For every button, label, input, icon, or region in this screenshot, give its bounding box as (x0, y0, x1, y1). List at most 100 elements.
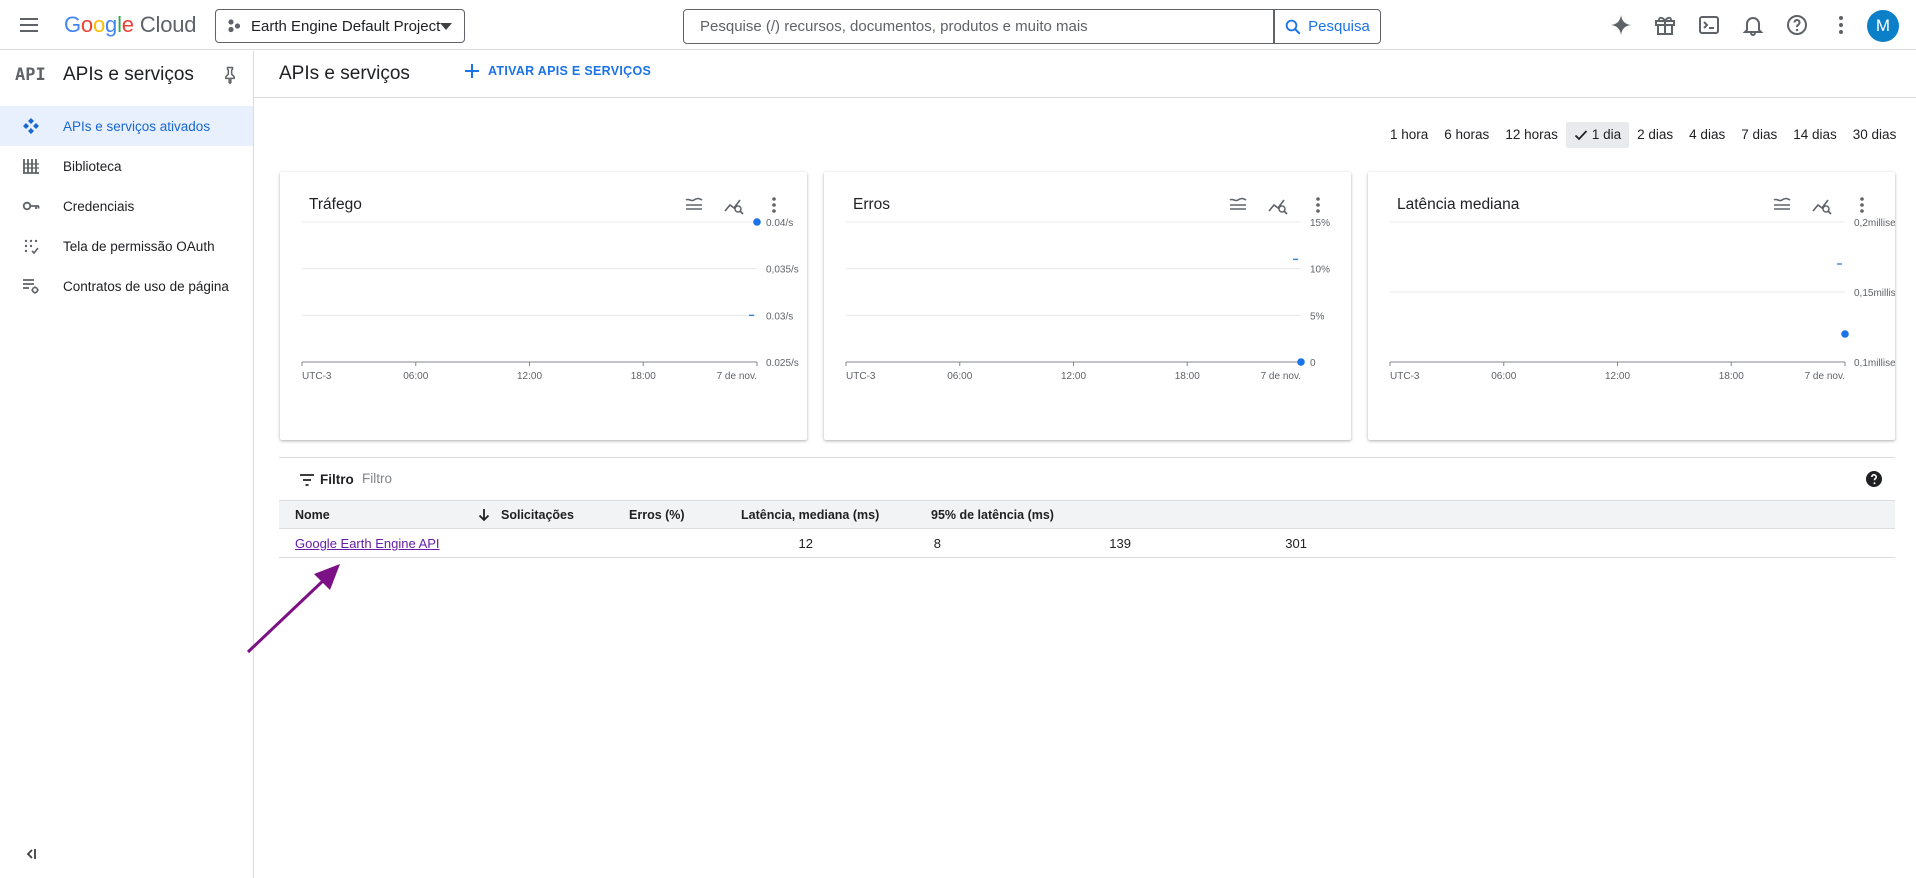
sidebar-item-library[interactable]: Biblioteca (0, 146, 253, 186)
annotation-arrow (246, 564, 340, 654)
gift-icon[interactable] (1653, 13, 1677, 37)
time-range-selector: 1 hora 6 horas 12 horas 1 dia 2 dias 4 d… (1382, 122, 1904, 148)
x-tick-label: 7 de nov. (1261, 371, 1301, 382)
search-input[interactable]: Pesquise (/) recursos, documentos, produ… (683, 9, 1275, 44)
sidebar-item-label: Credenciais (63, 198, 135, 214)
data-point (1297, 358, 1305, 366)
notifications-icon[interactable] (1741, 13, 1765, 37)
sidebar-item-oauth-consent[interactable]: Tela de permissão OAuth (0, 226, 253, 266)
x-tick-label: 7 de nov. (717, 371, 757, 382)
sidebar-item-page-usage-agreements[interactable]: Contratos de uso de página (0, 266, 253, 306)
filter-bar: Filtro Filtro (279, 457, 1895, 500)
column-header-latency-median[interactable]: Latência, mediana (ms) (741, 508, 879, 522)
time-range-4d[interactable]: 4 dias (1681, 122, 1733, 148)
sidebar-item-label: Contratos de uso de página (63, 278, 229, 294)
time-range-1h[interactable]: 1 hora (1382, 122, 1436, 148)
column-header-requests[interactable]: Solicitações (477, 508, 574, 522)
project-icon (226, 18, 242, 34)
y-tick-label: 0.03/s (766, 311, 793, 322)
more-vert-icon[interactable] (763, 194, 785, 216)
chart-title: Erros (853, 196, 891, 213)
more-vert-icon[interactable] (1851, 194, 1873, 216)
time-range-2d[interactable]: 2 dias (1629, 122, 1681, 148)
y-tick-label: 10% (1310, 265, 1330, 276)
legend-toggle-icon[interactable] (1771, 194, 1793, 216)
x-tick-label: 12:00 (1061, 371, 1086, 382)
latency-95-value: 301 (1285, 536, 1307, 551)
api-dots-icon (22, 117, 40, 135)
time-range-14d[interactable]: 14 dias (1785, 122, 1845, 148)
time-range-1d[interactable]: 1 dia (1565, 122, 1630, 148)
explore-chart-icon[interactable] (1267, 194, 1289, 216)
page-title: APIs e serviços (279, 63, 410, 84)
search-button[interactable]: Pesquisa (1273, 9, 1381, 44)
sidebar-item-label: APIs e serviços ativados (63, 118, 211, 134)
header-divider (254, 97, 1916, 98)
avatar[interactable]: M (1867, 10, 1899, 42)
column-header-label: Solicitações (501, 508, 574, 522)
sort-arrow-down-icon (477, 508, 491, 522)
table-header: Nome Solicitações Erros (%) Latência, me… (279, 500, 1895, 529)
time-range-7d[interactable]: 7 dias (1733, 122, 1785, 148)
chart-title: Tráfego (309, 196, 362, 213)
data-point (753, 218, 761, 226)
logo-letter: o (80, 12, 93, 37)
x-tick-label: 06:00 (947, 371, 972, 382)
more-vert-icon[interactable] (1307, 194, 1329, 216)
page-usage-icon (22, 277, 40, 295)
y-tick-label: 0,15milliseconds (1854, 288, 1895, 299)
project-picker-button[interactable]: Earth Engine Default Project (215, 9, 465, 43)
x-tick-label: UTC-3 (1390, 371, 1420, 382)
x-tick-label: 18:00 (1175, 371, 1200, 382)
x-tick-label: UTC-3 (846, 371, 876, 382)
y-tick-label: 0,035/s (766, 265, 799, 276)
add-icon (464, 63, 480, 79)
sidebar-item-label: Biblioteca (63, 158, 122, 174)
legend-toggle-icon[interactable] (1227, 194, 1249, 216)
explore-chart-icon[interactable] (1811, 194, 1833, 216)
gemini-sparkle-icon[interactable] (1609, 13, 1633, 37)
menu-icon[interactable] (17, 13, 41, 37)
x-tick-label: 18:00 (631, 371, 656, 382)
help-icon[interactable] (1865, 470, 1883, 488)
data-point (1841, 330, 1849, 338)
table-row: Google Earth Engine API 12 8 139 301 (279, 529, 1895, 558)
x-tick-label: 06:00 (1491, 371, 1516, 382)
column-header-name[interactable]: Nome (295, 508, 330, 522)
time-range-6h[interactable]: 6 horas (1436, 122, 1497, 148)
legend-toggle-icon[interactable] (683, 194, 705, 216)
oauth-consent-icon (22, 237, 40, 255)
pin-icon[interactable] (220, 65, 240, 85)
logo-letter: e (121, 12, 134, 37)
filter-input[interactable]: Filtro (362, 471, 662, 486)
column-header-latency-95[interactable]: 95% de latência (ms) (931, 508, 1054, 522)
sidebar-item-credentials[interactable]: Credenciais (0, 186, 253, 226)
google-cloud-logo[interactable]: Google Cloud (64, 12, 196, 38)
collapse-sidebar-icon[interactable] (22, 845, 40, 863)
x-tick-label: 12:00 (1605, 371, 1630, 382)
api-name-link[interactable]: Google Earth Engine API (295, 536, 440, 551)
logo-cloud-text: Cloud (139, 12, 197, 37)
help-icon[interactable] (1785, 13, 1809, 37)
explore-chart-icon[interactable] (723, 194, 745, 216)
search-button-label: Pesquisa (1308, 18, 1370, 35)
project-name: Earth Engine Default Project (251, 17, 441, 35)
traffic-chart-card: 0.04/s 0,035/s 0.03/s 0.025/s UTC-3 06:00 12:0… (280, 172, 807, 440)
sidebar-item-label: Tela de permissão OAuth (63, 238, 215, 254)
enable-apis-button[interactable]: ATIVAR APIS E SERVIÇOS (464, 63, 651, 79)
latency-median-value: 139 (1109, 536, 1131, 551)
cloud-shell-icon[interactable] (1697, 13, 1721, 37)
y-tick-label: 0,1milliseconds (1854, 358, 1895, 369)
filter-label[interactable]: Filtro (320, 472, 354, 487)
more-vert-icon[interactable] (1829, 13, 1853, 37)
x-tick-label: UTC-3 (302, 371, 332, 382)
errors-value: 8 (933, 536, 941, 551)
column-header-errors[interactable]: Erros (%) (629, 508, 685, 522)
filter-icon[interactable] (299, 472, 315, 488)
sidebar-item-enabled-apis[interactable]: APIs e serviços ativados (0, 106, 253, 146)
time-range-30d[interactable]: 30 dias (1845, 122, 1905, 148)
time-range-12h[interactable]: 12 horas (1497, 122, 1566, 148)
x-tick-label: 18:00 (1719, 371, 1744, 382)
enable-apis-label: ATIVAR APIS E SERVIÇOS (488, 64, 652, 78)
chart-title: Latência mediana (1397, 196, 1520, 213)
